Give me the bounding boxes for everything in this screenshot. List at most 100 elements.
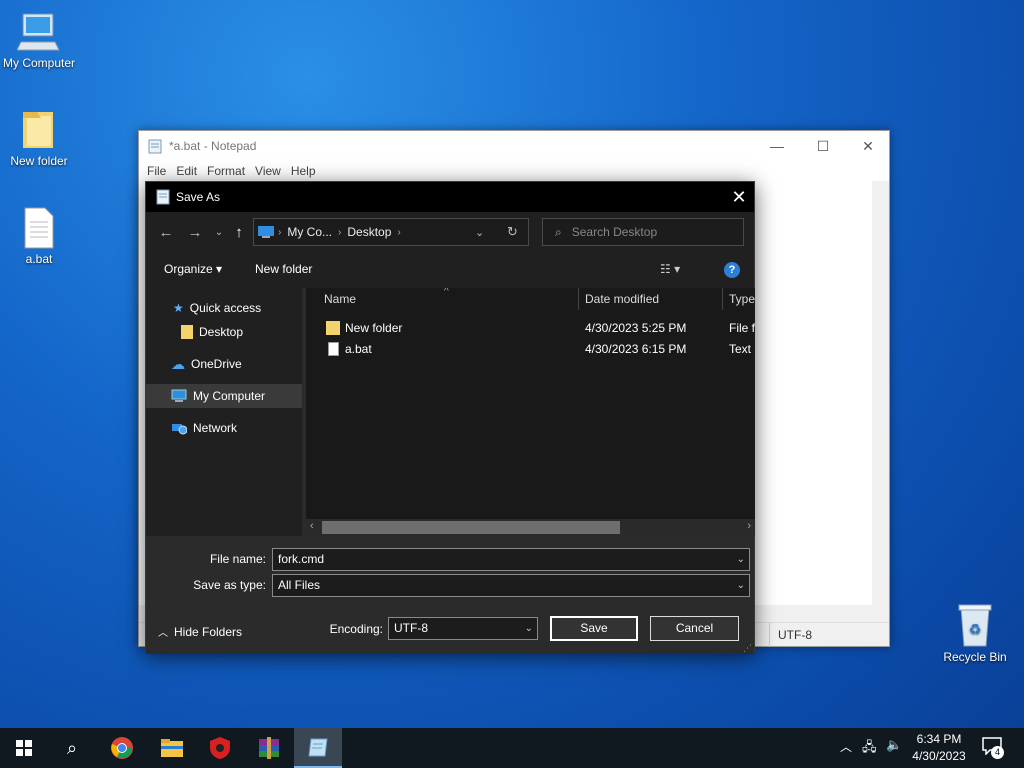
file-row[interactable]: New folder 4/30/2023 5:25 PM File fo (306, 318, 755, 338)
file-name-value: fork.cmd (278, 552, 325, 566)
dialog-titlebar[interactable]: Save As (146, 182, 754, 212)
folder-icon (161, 739, 183, 757)
breadcrumb-separator-icon: › (338, 226, 342, 238)
desktop-icon-label: Recycle Bin (943, 650, 1007, 664)
menu-view[interactable]: View (250, 164, 286, 178)
column-divider[interactable] (578, 288, 579, 310)
file-name-input[interactable]: fork.cmd ⌄ (272, 548, 750, 571)
archive-icon (259, 737, 279, 759)
chevron-down-icon[interactable]: ⌄ (525, 618, 533, 639)
nav-item-quick-access[interactable]: ★ Quick access (146, 296, 302, 320)
chevron-down-icon[interactable]: ⌄ (737, 549, 745, 570)
save-as-type-label: Save as type: (193, 578, 266, 592)
column-header-date-modified[interactable]: Date modified (585, 288, 659, 310)
help-icon[interactable]: ? (724, 256, 740, 282)
column-divider[interactable] (722, 288, 723, 310)
file-type: File fo (729, 321, 755, 335)
save-button[interactable]: Save (550, 616, 638, 641)
address-dropdown-chevron-icon[interactable]: ⌄ (475, 226, 484, 239)
vertical-scrollbar[interactable] (872, 181, 889, 622)
maximize-button[interactable]: ☐ (800, 131, 846, 161)
nav-item-network[interactable]: Network (146, 416, 302, 440)
dialog-toolbar: Organize ▾ New folder ☷ ▾ ? (146, 256, 754, 282)
breadcrumb-separator-icon: › (278, 226, 282, 238)
volume-icon[interactable]: 🔈 (886, 737, 902, 753)
scrollbar-thumb[interactable] (322, 521, 620, 534)
forward-arrow-icon[interactable]: → (183, 218, 207, 246)
navigation-pane: ★ Quick access Desktop ☁ OneDrive My Com… (146, 288, 302, 536)
network-status-icon[interactable]: 🖧 (862, 738, 877, 760)
file-list-horizontal-scrollbar[interactable]: ‹ › (306, 519, 755, 536)
up-arrow-icon[interactable]: ↑ (227, 218, 251, 246)
hide-folders-button[interactable]: ︿ Hide Folders (158, 624, 242, 639)
notepad-icon (156, 189, 170, 205)
windows-logo-icon (16, 740, 32, 756)
clock-time: 6:34 PM (916, 732, 962, 746)
start-button[interactable] (0, 728, 48, 768)
sort-ascending-icon: ^ (444, 288, 449, 297)
security-shield-icon[interactable] (196, 728, 244, 768)
show-hidden-icons-chevron-icon[interactable]: ︿ (840, 738, 852, 755)
menu-file[interactable]: File (142, 164, 171, 178)
column-header-name[interactable]: Name (324, 288, 356, 310)
nav-item-onedrive[interactable]: ☁ OneDrive (146, 352, 302, 376)
cancel-button[interactable]: Cancel (650, 616, 739, 641)
nav-item-label: Quick access (189, 301, 262, 315)
save-as-type-select[interactable]: All Files ⌄ (272, 574, 750, 597)
minimize-button[interactable]: — (754, 131, 800, 161)
nav-item-my-computer[interactable]: My Computer (146, 384, 302, 408)
file-explorer-icon[interactable] (148, 728, 196, 768)
search-icon[interactable]: ⌕ (48, 728, 96, 768)
back-arrow-icon[interactable]: ← (154, 218, 178, 246)
desktop-icon-a-bat[interactable]: a.bat (0, 206, 78, 266)
notepad-icon (308, 738, 328, 757)
desktop-icon-new-folder[interactable]: New folder (0, 108, 78, 168)
computer-icon (17, 13, 60, 51)
resize-grip-icon[interactable]: ⋰ (743, 643, 752, 654)
dialog-close-button[interactable]: ✕ (724, 182, 754, 212)
star-icon: ★ (173, 301, 184, 315)
file-name-label: File name: (209, 552, 266, 566)
notification-count-badge: 4 (991, 746, 1004, 759)
breadcrumb-my-computer[interactable]: My Co... (287, 225, 332, 239)
notepad-taskbar-icon[interactable] (294, 728, 342, 768)
dialog-title: Save As (176, 190, 221, 204)
file-type: Text D (729, 342, 755, 356)
menu-format[interactable]: Format (202, 164, 250, 178)
chevron-down-icon[interactable]: ⌄ (737, 575, 745, 596)
nav-item-desktop[interactable]: Desktop (146, 320, 302, 344)
nav-item-label: Network (193, 421, 238, 435)
desktop-icon-my-computer[interactable]: My Computer (0, 10, 78, 70)
breadcrumb-desktop[interactable]: Desktop (347, 225, 391, 239)
menu-edit[interactable]: Edit (171, 164, 202, 178)
file-list[interactable]: Name ^ Date modified Type New folder 4/3… (306, 288, 755, 536)
organize-button[interactable]: Organize ▾ (164, 256, 222, 282)
address-bar[interactable]: › My Co... › Desktop › ⌄ ↻ (253, 218, 529, 246)
scroll-left-icon[interactable]: ‹ (310, 520, 314, 532)
scroll-right-icon[interactable]: › (747, 520, 751, 532)
network-icon (172, 424, 187, 435)
view-options-icon[interactable]: ☷ ▾ (660, 256, 680, 282)
file-date: 4/30/2023 5:25 PM (585, 321, 687, 335)
winrar-icon[interactable] (245, 728, 293, 768)
encoding-select[interactable]: UTF-8 ⌄ (388, 617, 538, 640)
file-row[interactable]: a.bat 4/30/2023 6:15 PM Text D (306, 339, 755, 359)
refresh-icon[interactable]: ↻ (507, 224, 518, 240)
action-center-icon[interactable]: 4 (982, 737, 1004, 759)
notepad-icon (148, 139, 162, 154)
document-icon (24, 207, 54, 249)
desktop-icon-recycle-bin[interactable]: ♻ Recycle Bin (936, 602, 1014, 664)
save-as-dialog[interactable]: Save As ✕ ← → ⌄ ↑ › My Co... › Desktop ›… (145, 181, 755, 654)
encoding-label: Encoding: (329, 622, 383, 636)
clock[interactable]: 6:34 PM 4/30/2023 (908, 731, 970, 765)
file-date: 4/30/2023 6:15 PM (585, 342, 687, 356)
menu-help[interactable]: Help (286, 164, 321, 178)
search-placeholder: Search Desktop (571, 225, 658, 239)
search-box[interactable]: ⌕ Search Desktop (542, 218, 744, 246)
close-button[interactable]: ✕ (845, 131, 891, 161)
column-header-type[interactable]: Type (729, 288, 755, 310)
taskbar: ⌕ ︿ 🖧 🔈 6:34 PM 4/30/2023 4 (0, 728, 1024, 768)
new-folder-button[interactable]: New folder (255, 256, 312, 282)
chrome-icon[interactable] (98, 728, 146, 768)
desktop-icon-label: a.bat (25, 252, 53, 266)
